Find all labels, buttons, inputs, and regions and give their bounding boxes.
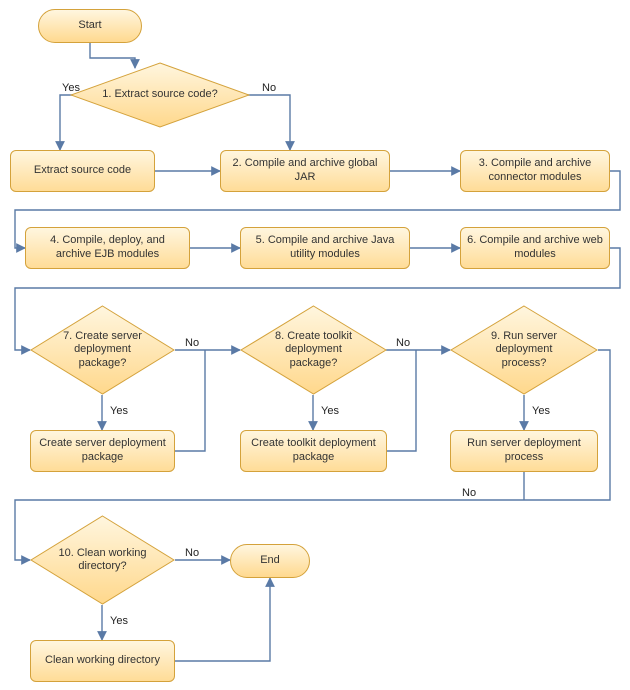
flowchart-canvas: Start 1. Extract source code? Yes No Ext… (0, 0, 630, 690)
d10-label: 10. Clean working directory? (52, 547, 153, 573)
p4-label: 4. Compile, deploy, and archive EJB modu… (32, 234, 183, 262)
d7-label: 7. Create server deployment package? (52, 330, 153, 370)
d8-yes: Yes (321, 405, 339, 417)
d9-yes: Yes (532, 405, 550, 417)
d1-no: No (262, 82, 276, 94)
d1-label: 1. Extract source code? (102, 88, 218, 101)
decision-run-server-deploy: 9. Run server deployment process? (450, 305, 598, 395)
process-compile-connector: 3. Compile and archive connector modules (460, 150, 610, 192)
d9-no: No (462, 487, 476, 499)
d10-yes: Yes (110, 615, 128, 627)
process-compile-global-jar: 2. Compile and archive global JAR (220, 150, 390, 192)
process-clean-working-dir: Clean working directory (30, 640, 175, 682)
d8-label: 8. Create toolkit deployment package? (262, 330, 365, 370)
decision-extract-source: 1. Extract source code? (70, 62, 250, 128)
decision-clean-working-dir: 10. Clean working directory? (30, 515, 175, 605)
process-compile-web: 6. Compile and archive web modules (460, 227, 610, 269)
process-compile-java-utility: 5. Compile and archive Java utility modu… (240, 227, 410, 269)
p6-label: 6. Compile and archive web modules (467, 234, 603, 262)
p5-label: 5. Compile and archive Java utility modu… (247, 234, 403, 262)
decision-create-server-package: 7. Create server deployment package? (30, 305, 175, 395)
p-extract-label: Extract source code (34, 164, 131, 178)
d7-no: No (185, 337, 199, 349)
end-terminator: End (230, 544, 310, 578)
p9-label: Run server deployment process (457, 437, 591, 465)
p8-label: Create toolkit deployment package (247, 437, 380, 465)
d8-no: No (396, 337, 410, 349)
process-create-toolkit-package: Create toolkit deployment package (240, 430, 387, 472)
d9-label: 9. Run server deployment process? (472, 330, 576, 370)
p2-label: 2. Compile and archive global JAR (227, 157, 383, 185)
d10-no: No (185, 547, 199, 559)
start-terminator: Start (38, 9, 142, 43)
process-compile-ejb: 4. Compile, deploy, and archive EJB modu… (25, 227, 190, 269)
start-label: Start (78, 19, 101, 33)
process-run-server-deploy: Run server deployment process (450, 430, 598, 472)
p10-label: Clean working directory (45, 654, 160, 668)
process-extract-source: Extract source code (10, 150, 155, 192)
end-label: End (260, 554, 280, 568)
process-create-server-package: Create server deployment package (30, 430, 175, 472)
p3-label: 3. Compile and archive connector modules (467, 157, 603, 185)
d1-yes: Yes (62, 82, 80, 94)
p7-label: Create server deployment package (37, 437, 168, 465)
d7-yes: Yes (110, 405, 128, 417)
decision-create-toolkit-package: 8. Create toolkit deployment package? (240, 305, 387, 395)
